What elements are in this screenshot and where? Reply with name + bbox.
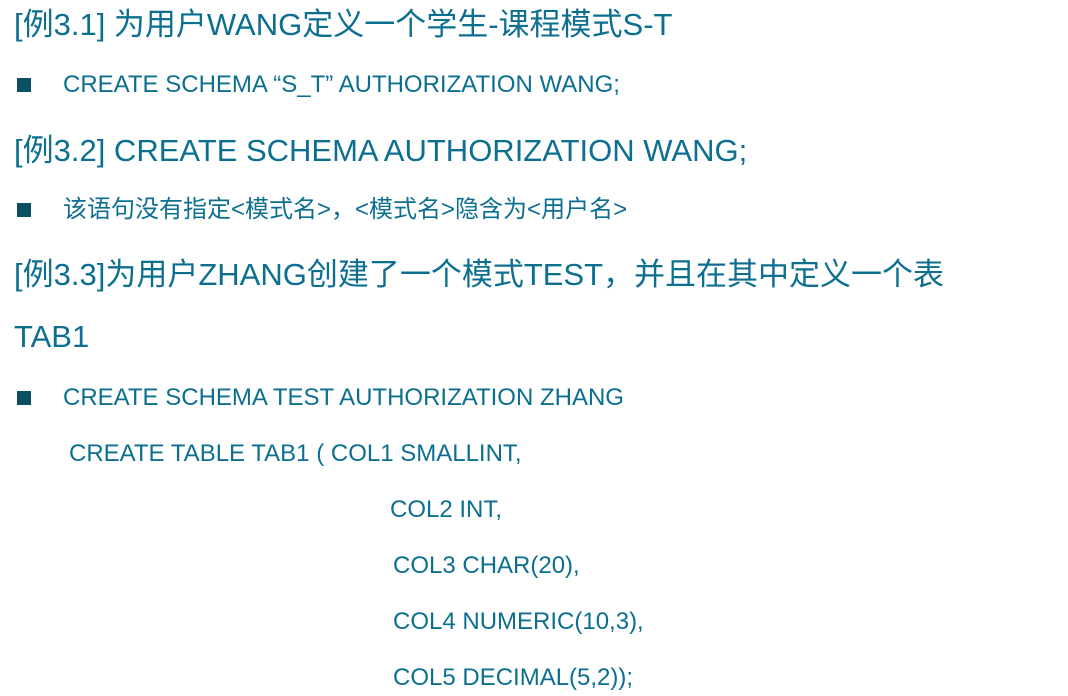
example-3-3-title-line2: TAB1 <box>14 319 90 354</box>
square-bullet-icon <box>17 78 31 92</box>
square-bullet-icon <box>17 391 31 405</box>
example-3-1-title: [例3.1] 为用户WANG定义一个学生-课程模式S-T <box>14 7 673 42</box>
code-line: COL5 DECIMAL(5,2)); <box>393 664 634 691</box>
example-3-2-title: [例3.2] CREATE SCHEMA AUTHORIZATION WANG; <box>14 133 748 168</box>
example-3-2-note: 该语句没有指定<模式名>，<模式名>隐含为<用户名> <box>63 196 628 223</box>
code-line: COL3 CHAR(20), <box>393 552 580 579</box>
example-3-1-statement: CREATE SCHEMA “S_T” AUTHORIZATION WANG; <box>63 71 620 98</box>
example-3-3-title-line1: [例3.3]为用户ZHANG创建了一个模式TEST，并且在其中定义一个表 <box>14 257 945 292</box>
code-line: COL2 INT, <box>390 496 503 523</box>
slide: [例3.1] 为用户WANG定义一个学生-课程模式S-T CREATE SCHE… <box>0 0 1068 696</box>
example-3-3-statement: CREATE SCHEMA TEST AUTHORIZATION ZHANG <box>63 384 624 411</box>
code-line: CREATE TABLE TAB1 ( COL1 SMALLINT, <box>69 440 522 467</box>
square-bullet-icon <box>17 203 31 217</box>
code-line: COL4 NUMERIC(10,3), <box>393 608 644 635</box>
